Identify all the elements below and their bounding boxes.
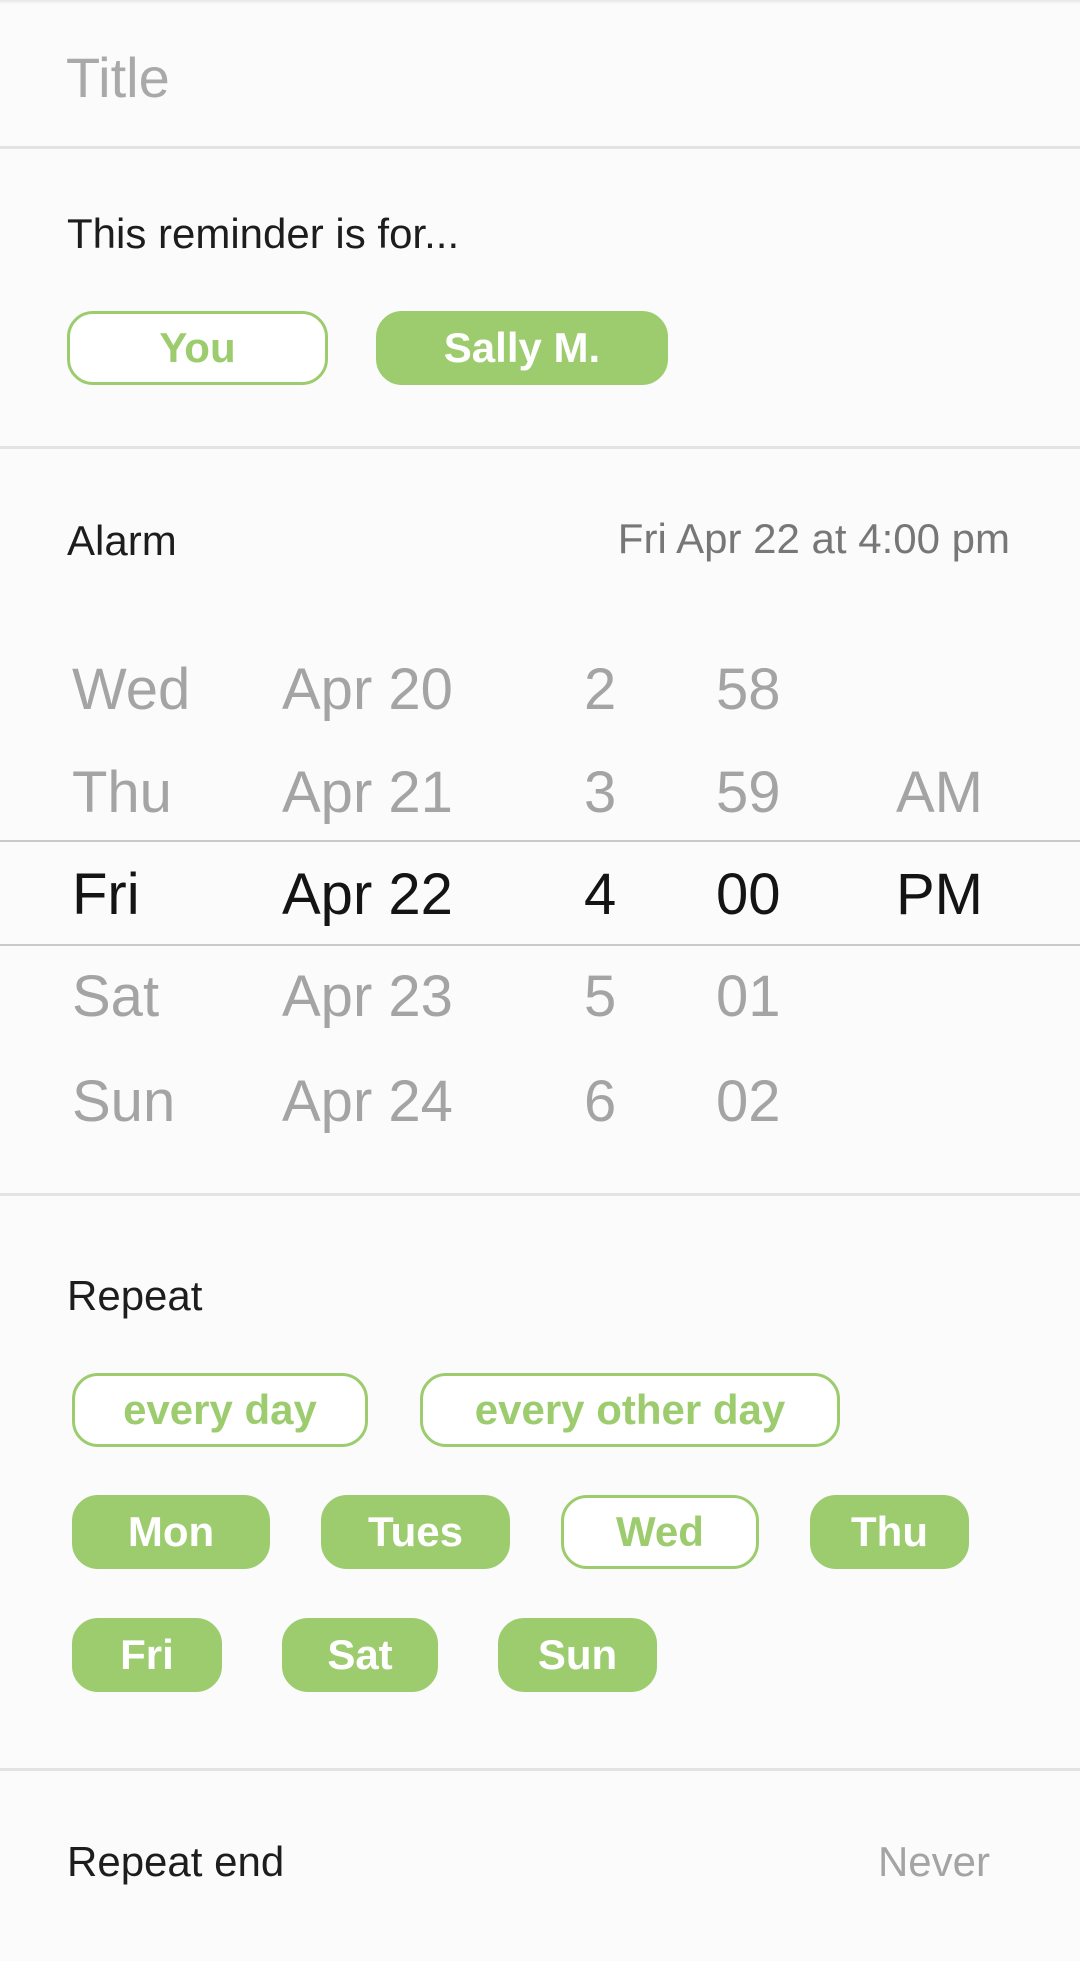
wheel-item: Apr 23 — [282, 964, 453, 1029]
repeat-day-sun[interactable]: Sun — [498, 1618, 657, 1692]
wheel-item: 02 — [716, 1069, 781, 1134]
wheel-item: Apr 21 — [282, 760, 453, 825]
top-shadow — [0, 0, 1080, 4]
wheel-item: 6 — [584, 1069, 617, 1134]
title-input[interactable] — [66, 40, 1016, 114]
minute-wheel[interactable]: 58 59 00 01 02 — [716, 640, 826, 1160]
repeat-every-day-button[interactable]: every day — [72, 1373, 368, 1447]
wheel-item: Sun — [72, 1069, 176, 1134]
repeat-day-fri[interactable]: Fri — [72, 1618, 222, 1692]
divider — [0, 1768, 1080, 1771]
reminder-editor-screen: This reminder is for... You Sally M. Ala… — [0, 0, 1080, 1961]
wheel-item: 58 — [716, 657, 781, 722]
wheel-item-selected: Fri — [72, 862, 140, 927]
repeat-day-thu[interactable]: Thu — [810, 1495, 969, 1569]
wheel-item-selected: 4 — [584, 862, 617, 927]
alarm-label: Alarm — [67, 517, 177, 564]
wheel-item: AM — [896, 760, 983, 825]
wheel-item: Apr 20 — [282, 657, 453, 722]
divider — [0, 146, 1080, 149]
wheel-item: 2 — [584, 657, 617, 722]
wheel-item: 59 — [716, 760, 781, 825]
repeat-label: Repeat — [67, 1272, 203, 1319]
divider — [0, 1193, 1080, 1196]
wheel-item: 5 — [584, 964, 617, 1029]
wheel-item: Sat — [72, 964, 160, 1029]
wheel-item: 3 — [584, 760, 617, 825]
divider — [0, 446, 1080, 449]
weekday-wheel[interactable]: Wed Thu Fri Sat Sun — [72, 640, 262, 1160]
wheel-item: Apr 24 — [282, 1069, 453, 1134]
wheel-item: Thu — [72, 760, 172, 825]
repeat-day-sat[interactable]: Sat — [282, 1618, 438, 1692]
wheel-item-selected: 00 — [716, 862, 781, 927]
wheel-item: Wed — [72, 657, 191, 722]
repeat-end-value[interactable]: Never — [878, 1838, 990, 1886]
alarm-summary[interactable]: Fri Apr 22 at 4:00 pm — [618, 515, 1010, 563]
wheel-item-selected: PM — [896, 862, 983, 927]
hour-wheel[interactable]: 2 3 4 5 6 — [584, 640, 664, 1160]
wheel-item: 01 — [716, 964, 781, 1029]
repeat-day-mon[interactable]: Mon — [72, 1495, 270, 1569]
date-wheel[interactable]: Apr 20 Apr 21 Apr 22 Apr 23 Apr 24 — [282, 640, 522, 1160]
assignee-option-you[interactable]: You — [67, 311, 328, 385]
assignee-heading: This reminder is for... — [67, 210, 460, 257]
assignee-option-sally[interactable]: Sally M. — [376, 311, 668, 385]
repeat-day-wed[interactable]: Wed — [561, 1495, 759, 1569]
repeat-every-other-day-button[interactable]: every other day — [420, 1373, 840, 1447]
meridiem-wheel[interactable]: AM PM — [896, 640, 1016, 1160]
wheel-item-selected: Apr 22 — [282, 862, 453, 927]
repeat-end-label: Repeat end — [67, 1838, 285, 1885]
repeat-day-tues[interactable]: Tues — [321, 1495, 510, 1569]
